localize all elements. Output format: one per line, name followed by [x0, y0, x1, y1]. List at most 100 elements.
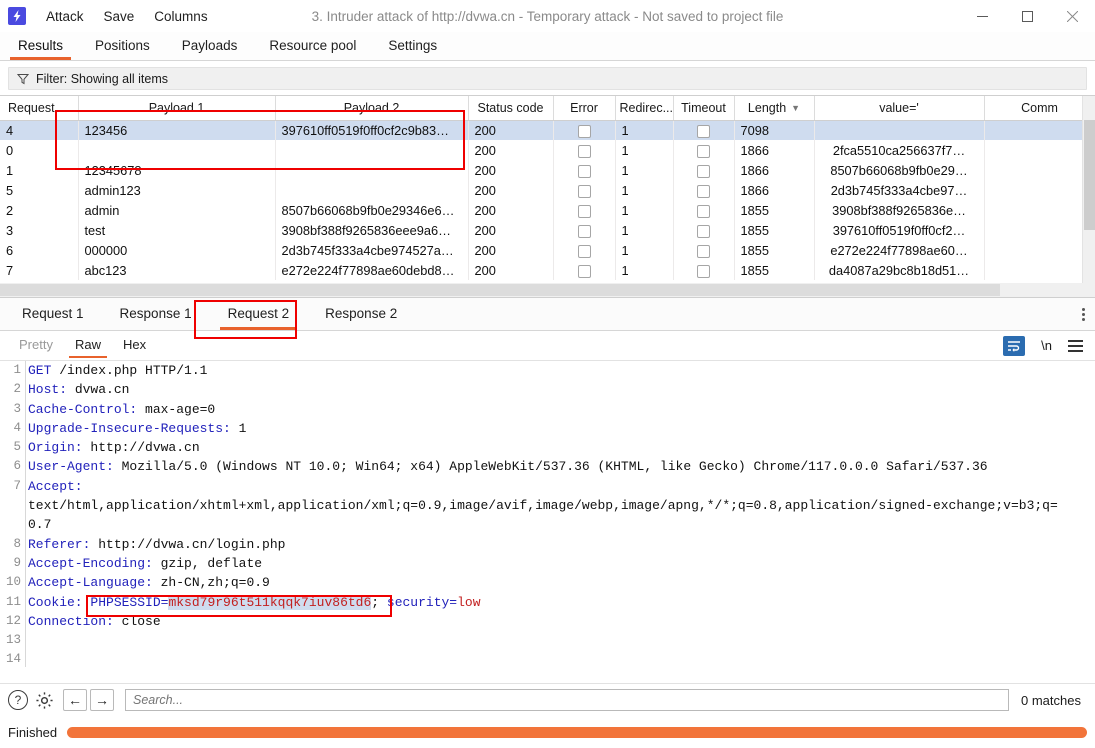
col-comment[interactable]: Comm: [984, 96, 1095, 120]
cell-error: [553, 240, 615, 260]
table-row[interactable]: 60000002d3b745f333a4cbe974527a…20011855e…: [0, 240, 1095, 260]
table-vertical-scroll-thumb[interactable]: [1084, 120, 1095, 230]
timeout-checkbox[interactable]: [697, 265, 710, 278]
table-horizontal-scrollbar[interactable]: [0, 283, 1095, 297]
tab-payloads[interactable]: Payloads: [166, 32, 254, 60]
tab-request-1[interactable]: Request 1: [4, 298, 102, 330]
col-payload-2[interactable]: Payload 2: [275, 96, 468, 120]
cell-request: 6: [0, 240, 78, 260]
table-vertical-scrollbar[interactable]: [1082, 96, 1095, 283]
timeout-checkbox[interactable]: [697, 125, 710, 138]
error-checkbox[interactable]: [578, 265, 591, 278]
newline-toggle[interactable]: \n: [1041, 338, 1052, 353]
table-row[interactable]: 5admin123200118662d3b745f333a4cbe97…: [0, 180, 1095, 200]
arrow-right-icon[interactable]: →: [90, 689, 114, 711]
cell-value: 397610ff0519f0ff0cf2…: [814, 220, 984, 240]
tab-pretty[interactable]: Pretty: [8, 331, 64, 360]
col-payload-1[interactable]: Payload 1: [78, 96, 275, 120]
tab-results[interactable]: Results: [2, 32, 79, 60]
col-length[interactable]: Length▼: [734, 96, 814, 120]
cell-length: 1855: [734, 240, 814, 260]
hamburger-menu-icon[interactable]: [1068, 340, 1083, 352]
close-icon[interactable]: [1050, 0, 1095, 32]
minimize-icon[interactable]: [960, 0, 1005, 32]
code-line: Accept-Encoding: gzip, deflate: [28, 554, 1095, 573]
tab-request-2[interactable]: Request 2: [210, 298, 308, 330]
cell-redirect: 1: [615, 260, 673, 280]
table-row[interactable]: 2admin8507b66068b9fb0e29346e6…2001185539…: [0, 200, 1095, 220]
line-number: 1: [0, 361, 25, 380]
code-line: GET /index.php HTTP/1.1: [28, 361, 1095, 380]
cell-value: 3908bf388f9265836e…: [814, 200, 984, 220]
table-row[interactable]: 4123456397610ff0519f0ff0cf2c9b83…2001709…: [0, 120, 1095, 140]
cell-length: 1866: [734, 140, 814, 160]
cell-status-code: 200: [468, 140, 553, 160]
table-row[interactable]: 7abc123e272e224f77898ae60debd8…20011855d…: [0, 260, 1095, 280]
help-icon[interactable]: ?: [8, 690, 28, 710]
editor-code[interactable]: GET /index.php HTTP/1.1Host: dvwa.cnCach…: [28, 361, 1095, 667]
timeout-checkbox[interactable]: [697, 145, 710, 158]
timeout-checkbox[interactable]: [697, 245, 710, 258]
timeout-checkbox[interactable]: [697, 185, 710, 198]
progress-bar: [67, 727, 1087, 738]
cell-error: [553, 260, 615, 280]
cell-payload-1: admin123: [78, 180, 275, 200]
word-wrap-icon[interactable]: [1003, 336, 1025, 356]
cell-redirect: 1: [615, 220, 673, 240]
timeout-checkbox[interactable]: [697, 205, 710, 218]
col-length-label: Length: [748, 101, 786, 115]
error-checkbox[interactable]: [578, 165, 591, 178]
error-checkbox[interactable]: [578, 245, 591, 258]
error-checkbox[interactable]: [578, 145, 591, 158]
cell-timeout: [673, 200, 734, 220]
cell-comment: [984, 140, 1095, 160]
maximize-icon[interactable]: [1005, 0, 1050, 32]
cell-comment: [984, 200, 1095, 220]
table-row[interactable]: 112345678200118668507b66068b9fb0e29…: [0, 160, 1095, 180]
tab-hex[interactable]: Hex: [112, 331, 157, 360]
tab-positions[interactable]: Positions: [79, 32, 166, 60]
filter-label: Filter: Showing all items: [36, 72, 168, 86]
filter-bar[interactable]: Filter: Showing all items: [8, 67, 1087, 90]
cell-timeout: [673, 140, 734, 160]
menu-save[interactable]: Save: [94, 5, 145, 28]
col-value[interactable]: value=': [814, 96, 984, 120]
error-checkbox[interactable]: [578, 185, 591, 198]
col-timeout[interactable]: Timeout: [673, 96, 734, 120]
line-number: 8: [0, 535, 25, 554]
cell-status-code: 200: [468, 160, 553, 180]
col-status-code[interactable]: Status code: [468, 96, 553, 120]
error-checkbox[interactable]: [578, 205, 591, 218]
arrow-left-icon[interactable]: ←: [63, 689, 87, 711]
search-input[interactable]: [125, 689, 1009, 711]
line-number: 10: [0, 573, 25, 592]
tab-settings[interactable]: Settings: [372, 32, 453, 60]
gear-icon[interactable]: [35, 691, 54, 710]
timeout-checkbox[interactable]: [697, 225, 710, 238]
col-redirect[interactable]: Redirec...: [615, 96, 673, 120]
cell-error: [553, 160, 615, 180]
tab-response-2[interactable]: Response 2: [307, 298, 415, 330]
line-number: 7: [0, 477, 25, 496]
table-row[interactable]: 3test3908bf388f9265836eee9a6…20011855397…: [0, 220, 1095, 240]
request-editor[interactable]: 1234567891011121314 GET /index.php HTTP/…: [0, 361, 1095, 667]
col-request[interactable]: Request: [0, 96, 78, 120]
tab-resource-pool[interactable]: Resource pool: [253, 32, 372, 60]
tab-response-1[interactable]: Response 1: [102, 298, 210, 330]
line-number: 11: [0, 593, 25, 612]
cell-timeout: [673, 260, 734, 280]
cell-request: 5: [0, 180, 78, 200]
timeout-checkbox[interactable]: [697, 165, 710, 178]
cell-length: 7098: [734, 120, 814, 140]
error-checkbox[interactable]: [578, 125, 591, 138]
tab-raw[interactable]: Raw: [64, 331, 112, 360]
menu-attack[interactable]: Attack: [36, 5, 94, 28]
table-row[interactable]: 0200118662fca5510ca256637f7…: [0, 140, 1095, 160]
kebab-menu-icon[interactable]: [1082, 308, 1085, 321]
cell-status-code: 200: [468, 200, 553, 220]
funnel-icon: [17, 73, 29, 85]
error-checkbox[interactable]: [578, 225, 591, 238]
menu-columns[interactable]: Columns: [144, 5, 217, 28]
table-horizontal-scroll-thumb[interactable]: [0, 284, 1000, 296]
col-error[interactable]: Error: [553, 96, 615, 120]
